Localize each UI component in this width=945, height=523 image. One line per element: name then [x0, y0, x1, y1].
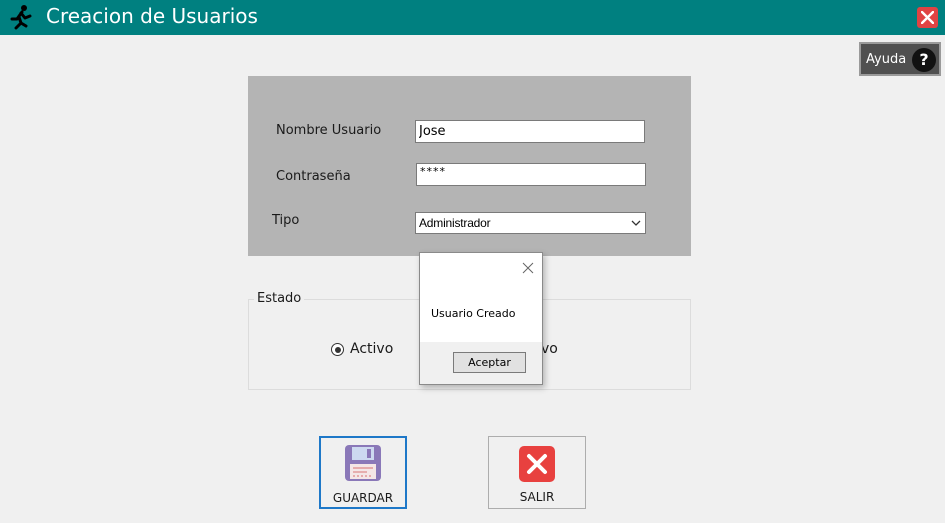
question-icon: ?: [912, 48, 936, 72]
username-label: Nombre Usuario: [276, 123, 382, 138]
password-label: Contraseña: [276, 169, 351, 184]
dialog-footer: Aceptar: [420, 342, 542, 384]
radio-selected-dot: [334, 346, 341, 353]
radio-active-label[interactable]: Activo: [350, 341, 393, 357]
chevron-down-icon: [631, 220, 641, 226]
help-label: Ayuda: [866, 52, 907, 67]
help-button[interactable]: Ayuda ?: [859, 42, 941, 76]
save-button[interactable]: GUARDAR: [319, 436, 407, 509]
radio-active[interactable]: [331, 343, 344, 356]
exit-button[interactable]: SALIR: [488, 436, 586, 509]
message-dialog: Usuario Creado Aceptar: [419, 252, 543, 385]
running-figure-icon: [8, 4, 34, 30]
x-box-icon: [519, 446, 555, 482]
close-icon: [921, 11, 934, 24]
dialog-close-icon[interactable]: [522, 262, 534, 274]
type-select-value: Administrador: [419, 216, 491, 230]
title-bar: Creacion de Usuarios: [0, 0, 945, 35]
floppy-disk-icon: [345, 445, 381, 481]
password-input[interactable]: [416, 163, 646, 186]
dialog-message: Usuario Creado: [431, 307, 516, 320]
exit-label: SALIR: [519, 490, 555, 504]
radio-inactive-label[interactable]: vo: [541, 341, 558, 357]
estado-legend: Estado: [254, 291, 305, 306]
accept-button[interactable]: Aceptar: [453, 352, 526, 373]
close-button[interactable]: [917, 7, 938, 28]
username-input[interactable]: [415, 120, 645, 143]
save-label: GUARDAR: [332, 491, 394, 505]
type-label: Tipo: [272, 213, 300, 228]
type-select[interactable]: Administrador: [415, 212, 646, 234]
window-title: Creacion de Usuarios: [46, 4, 258, 28]
